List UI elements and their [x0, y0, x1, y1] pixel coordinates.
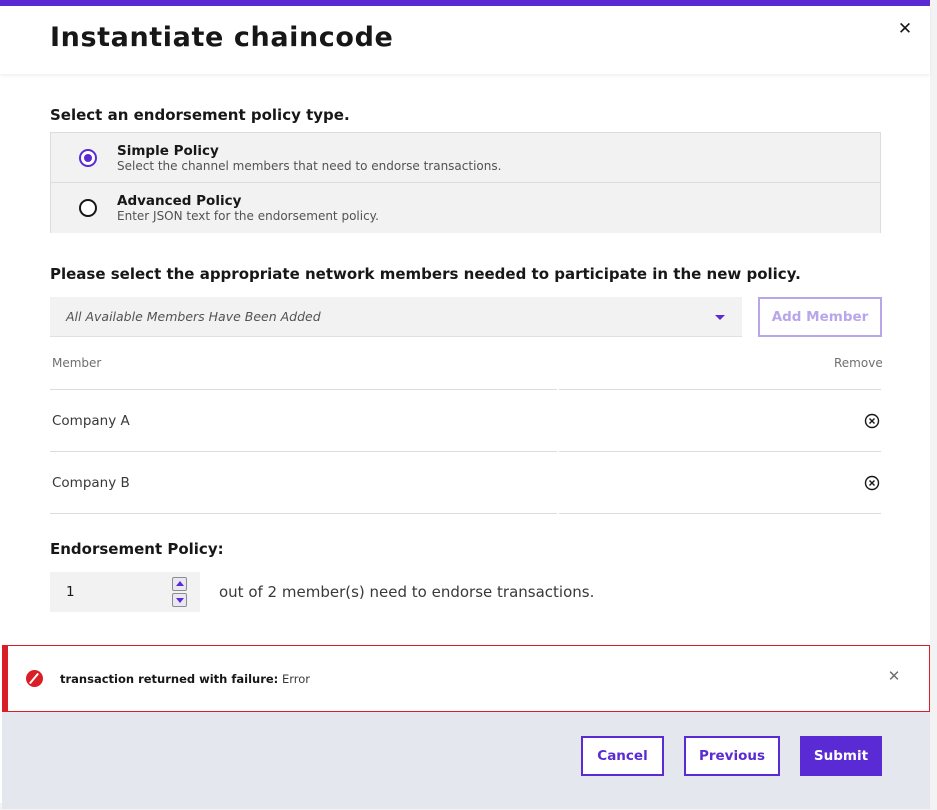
member-name: Company B — [52, 475, 130, 491]
table-divider — [559, 513, 881, 514]
add-member-button[interactable]: Add Member — [758, 297, 882, 337]
decrement-button[interactable] — [172, 593, 187, 607]
chevron-down-icon — [715, 315, 725, 320]
arrow-down-icon — [176, 598, 184, 603]
table-divider — [50, 451, 557, 452]
error-notification: transaction returned with failure: Error… — [2, 645, 930, 712]
remove-column-header: Remove — [834, 356, 883, 370]
member-select-dropdown[interactable]: All Available Members Have Been Added — [50, 297, 742, 337]
advanced-policy-option[interactable]: Advanced Policy Enter JSON text for the … — [51, 183, 880, 233]
member-column-header: Member — [52, 356, 102, 370]
cancel-button[interactable]: Cancel — [581, 736, 664, 776]
table-divider — [50, 389, 557, 390]
table-divider — [559, 389, 881, 390]
simple-policy-title: Simple Policy — [117, 143, 219, 159]
previous-button[interactable]: Previous — [684, 736, 780, 776]
advanced-policy-title: Advanced Policy — [117, 193, 242, 209]
endorsement-suffix-text: out of 2 member(s) need to endorse trans… — [219, 583, 595, 601]
close-icon[interactable]: ✕ — [896, 20, 914, 38]
dismiss-error-icon[interactable]: ✕ — [886, 668, 902, 684]
increment-button[interactable] — [172, 577, 187, 591]
submit-button[interactable]: Submit — [800, 736, 882, 776]
simple-policy-description: Select the channel members that need to … — [117, 159, 502, 173]
modal-header: Instantiate chaincode ✕ — [0, 6, 930, 74]
simple-policy-option[interactable]: Simple Policy Select the channel members… — [51, 133, 880, 183]
arrow-up-icon — [176, 581, 184, 586]
modal-footer: Cancel Previous Submit — [2, 712, 930, 809]
error-detail: Error — [281, 672, 310, 686]
error-label: transaction returned with failure: — [60, 672, 279, 686]
table-divider — [559, 451, 881, 452]
instantiate-chaincode-modal: Instantiate chaincode ✕ Select an endors… — [0, 0, 930, 809]
endorsement-count-value[interactable]: 1 — [66, 584, 75, 600]
simple-policy-radio[interactable] — [79, 149, 97, 167]
remove-circle-icon[interactable] — [864, 475, 880, 491]
error-message: transaction returned with failure: Error — [60, 672, 310, 686]
remove-circle-icon[interactable] — [864, 413, 880, 429]
member-name: Company A — [52, 413, 130, 429]
advanced-policy-description: Enter JSON text for the endorsement poli… — [117, 209, 379, 223]
endorsement-count-stepper[interactable]: 1 — [50, 572, 200, 612]
policy-type-radio-group: Simple Policy Select the channel members… — [50, 132, 881, 233]
advanced-policy-radio[interactable] — [79, 199, 97, 217]
modal-title: Instantiate chaincode — [50, 22, 394, 53]
policy-type-heading: Select an endorsement policy type. — [50, 106, 350, 124]
endorsement-policy-heading: Endorsement Policy: — [50, 540, 224, 558]
table-divider — [50, 513, 557, 514]
error-icon — [26, 670, 43, 687]
members-heading: Please select the appropriate network me… — [50, 265, 801, 283]
member-select-value: All Available Members Have Been Added — [66, 309, 321, 324]
